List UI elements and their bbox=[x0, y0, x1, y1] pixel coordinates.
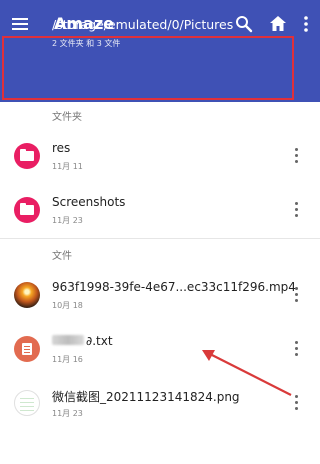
more-vert-icon[interactable] bbox=[294, 394, 300, 412]
video-thumbnail bbox=[14, 282, 40, 308]
more-vert-icon[interactable] bbox=[294, 147, 300, 165]
current-path[interactable]: /storage/emulated/0/Pictures bbox=[52, 17, 233, 32]
file-name: 微信截图_20211123141824.png bbox=[52, 390, 240, 404]
file-row[interactable]: ∂.txt 11月 16 bbox=[0, 322, 320, 378]
folder-icon bbox=[14, 197, 40, 223]
section-label-folders: 文件夹 bbox=[52, 112, 82, 123]
more-vert-icon[interactable] bbox=[294, 340, 300, 358]
file-date: 10月 18 bbox=[52, 301, 83, 310]
folder-icon bbox=[14, 143, 40, 169]
app-bar: Amaze /storage/emulated/0/Pictures 2 文件夹… bbox=[0, 0, 320, 102]
search-icon[interactable] bbox=[234, 14, 254, 34]
path-summary: 2 文件夹 和 3 文件 bbox=[52, 39, 121, 48]
path-highlight-box bbox=[2, 36, 294, 100]
folder-row[interactable]: res 11月 11 bbox=[0, 129, 320, 185]
home-icon[interactable] bbox=[268, 14, 288, 34]
folder-date: 11月 11 bbox=[52, 162, 83, 171]
more-vert-icon[interactable] bbox=[300, 14, 312, 34]
folder-row[interactable]: Screenshots 11月 23 bbox=[0, 183, 320, 239]
file-name: 963f1998-39fe-4e67...ec33c11f296.mp4 bbox=[52, 280, 296, 294]
file-date: 11月 23 bbox=[52, 409, 83, 418]
document-icon bbox=[14, 336, 40, 362]
folder-name: res bbox=[52, 141, 71, 155]
file-row[interactable]: 微信截图_20211123141824.png 11月 23 bbox=[0, 376, 320, 432]
file-row[interactable]: 963f1998-39fe-4e67...ec33c11f296.mp4 10月… bbox=[0, 268, 320, 324]
folder-name: Screenshots bbox=[52, 195, 126, 209]
more-vert-icon[interactable] bbox=[294, 286, 300, 304]
section-label-files: 文件 bbox=[52, 251, 72, 262]
folder-date: 11月 23 bbox=[52, 216, 83, 225]
redacted-filename-part bbox=[52, 335, 84, 345]
file-date: 11月 16 bbox=[52, 355, 83, 364]
file-name: ∂.txt bbox=[86, 334, 113, 348]
image-thumbnail bbox=[14, 390, 40, 416]
section-divider bbox=[0, 238, 320, 239]
more-vert-icon[interactable] bbox=[294, 201, 300, 219]
menu-icon[interactable] bbox=[10, 13, 32, 35]
